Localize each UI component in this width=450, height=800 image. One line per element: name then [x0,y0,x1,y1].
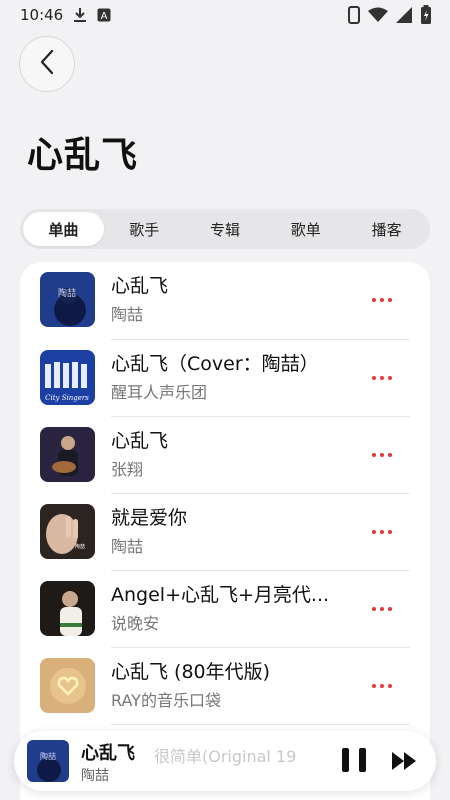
status-time: 10:46 [20,6,64,24]
tab-playlists[interactable]: 歌单 [265,212,346,246]
album-cover: 陶喆 [40,504,95,559]
more-options-icon[interactable] [372,292,392,308]
next-track-icon[interactable] [392,751,418,775]
tab-bar: 单曲 歌手 专辑 歌单 播客 [20,209,430,249]
phone-icon [348,6,360,24]
signal-icon [396,7,412,23]
svg-text:陶喆: 陶喆 [58,287,76,299]
svg-text:陶喆: 陶喆 [75,543,85,550]
album-cover [40,658,95,713]
tab-artists[interactable]: 歌手 [104,212,185,246]
album-cover: 陶喆 [40,272,95,327]
divider [111,724,410,725]
mini-player[interactable]: 陶喆 很简单(Original 19 心乱飞 陶喆 [14,731,436,791]
scrolling-text-ghost: 很简单(Original 19 [154,747,297,766]
tab-podcasts[interactable]: 播客 [346,212,427,246]
page-title: 心乱飞 [27,135,139,176]
download-icon [73,7,87,23]
song-title: 就是爱你 [111,507,188,529]
song-list: 陶喆 心乱飞 陶喆 City Singers 心乱飞（Cover：陶喆） 醒耳人… [20,262,430,800]
a-icon: A [97,8,111,22]
song-artist: 张翔 [111,460,144,479]
now-playing-title: 心乱飞 [81,743,135,764]
album-cover [40,581,95,636]
song-artist: 陶喆 [111,537,144,556]
song-title: Angel+心乱飞+月亮代... [111,584,330,606]
song-artist: 说晚安 [111,614,160,633]
song-title: 心乱飞 [111,430,169,452]
status-left: 10:46 A [20,6,111,24]
more-options-icon[interactable] [372,601,392,617]
now-playing-cover: 陶喆 [27,740,69,782]
tab-singles[interactable]: 单曲 [23,212,104,246]
wifi-icon [368,7,388,23]
svg-text:陶喆: 陶喆 [40,751,56,761]
song-row[interactable]: 陶喆 就是爱你 陶喆 [20,494,430,571]
status-bar: 10:46 A [0,0,450,30]
battery-icon [420,5,432,25]
song-row[interactable]: 心乱飞 张翔 [20,417,430,494]
now-playing-artist: 陶喆 [81,768,109,784]
album-cover [40,427,95,482]
song-artist: 醒耳人声乐团 [111,383,208,402]
svg-text:City Singers: City Singers [45,394,89,402]
song-artist: RAY的音乐口袋 [111,691,221,710]
back-button[interactable] [19,36,75,92]
album-cover: City Singers [40,350,95,405]
song-row[interactable]: 心乱飞 (80年代版) RAY的音乐口袋 [20,648,430,725]
song-title: 心乱飞 [111,275,169,297]
more-options-icon[interactable] [372,524,392,540]
chevron-left-icon [40,49,54,79]
pause-icon[interactable] [342,748,366,774]
status-right [348,5,432,25]
song-row[interactable]: Angel+心乱飞+月亮代... 说晚安 [20,571,430,648]
song-row[interactable]: 陶喆 心乱飞 陶喆 [20,262,430,339]
song-title: 心乱飞（Cover：陶喆） [111,353,319,375]
svg-text:A: A [101,11,108,22]
song-row[interactable]: City Singers 心乱飞（Cover：陶喆） 醒耳人声乐团 [20,340,430,417]
more-options-icon[interactable] [372,447,392,463]
more-options-icon[interactable] [372,370,392,386]
more-options-icon[interactable] [372,678,392,694]
song-title: 心乱飞 (80年代版) [111,661,271,683]
song-artist: 陶喆 [111,305,144,324]
tab-albums[interactable]: 专辑 [185,212,266,246]
